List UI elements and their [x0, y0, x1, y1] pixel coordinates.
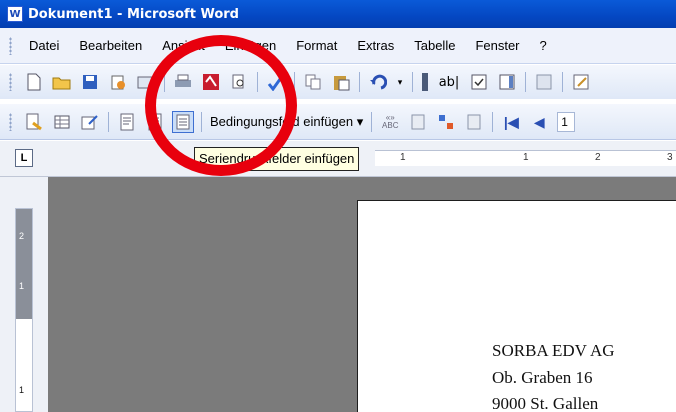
toolbar-separator — [257, 72, 258, 92]
toolbar-separator — [294, 72, 295, 92]
menu-tabelle[interactable]: Tabelle — [405, 38, 466, 53]
insert-merge-fields-button[interactable] — [172, 110, 194, 133]
toolbar-separator — [164, 72, 165, 92]
toolbar-separator — [108, 111, 109, 132]
menu-help[interactable]: ? — [531, 38, 558, 53]
text-field-icon[interactable]: ab| — [436, 71, 462, 93]
first-record-icon[interactable]: |◀ — [500, 111, 522, 133]
propagate-labels-icon[interactable] — [463, 111, 485, 133]
toolbar-separator — [525, 72, 526, 92]
permission-icon[interactable] — [107, 71, 129, 93]
email-icon[interactable] — [135, 71, 157, 93]
vertical-ruler-margin — [16, 209, 32, 319]
recipients-icon[interactable] — [79, 111, 101, 133]
spelling-icon[interactable] — [265, 71, 287, 93]
toolbar-separator — [562, 72, 563, 92]
open-folder-icon[interactable] — [51, 71, 73, 93]
undo-icon[interactable] — [367, 71, 389, 93]
menubar-grip[interactable] — [9, 36, 12, 55]
research-icon[interactable] — [200, 71, 222, 93]
tooltip: Seriendruckfelder einfügen — [194, 147, 360, 171]
copy-icon[interactable] — [302, 71, 324, 93]
checkbox-field-icon[interactable] — [468, 71, 490, 93]
toolbar-grip[interactable] — [9, 112, 12, 131]
ruler-label: 1 — [400, 152, 406, 163]
mailmerge-toolbar: Bedingungsfeld einfügen ▾ «» ABC |◀ ◀ 1 — [0, 104, 676, 140]
match-fields-icon[interactable] — [435, 111, 457, 133]
toolbar-grip[interactable] — [9, 73, 12, 91]
paste-icon[interactable] — [330, 71, 352, 93]
forms-grip-icon[interactable] — [420, 71, 430, 93]
menu-fenster[interactable]: Fenster — [466, 38, 530, 53]
view-merged-data-icon[interactable]: «» ABC — [379, 111, 401, 133]
field-properties-icon[interactable] — [533, 71, 555, 93]
address-line[interactable]: SORBA EDV AG — [492, 341, 615, 361]
toolbar-separator — [201, 111, 202, 132]
dropdown-field-icon[interactable] — [496, 71, 518, 93]
highlight-merge-fields-icon[interactable] — [407, 111, 429, 133]
standard-toolbar: ▾ ab| — [0, 65, 676, 99]
menu-extras[interactable]: Extras — [348, 38, 405, 53]
open-data-source-icon[interactable] — [51, 111, 73, 133]
menu-format[interactable]: Format — [287, 38, 348, 53]
record-number-input[interactable]: 1 — [557, 111, 576, 132]
horizontal-ruler[interactable]: 1 1 2 3 — [375, 150, 676, 166]
ruler-label: 2 — [19, 231, 25, 241]
toolbar-separator — [371, 111, 373, 132]
title-bar: W Dokument1 - Microsoft Word — [0, 0, 676, 28]
insert-greeting-line-icon[interactable] — [144, 111, 166, 133]
vertical-ruler[interactable]: 2 1 1 — [15, 208, 33, 412]
new-document-icon[interactable] — [23, 71, 45, 93]
main-document-setup-icon[interactable] — [23, 111, 45, 133]
address-line[interactable]: Ob. Graben 16 — [492, 368, 593, 388]
address-line[interactable]: 9000 St. Gallen — [492, 394, 598, 412]
ruler-label: 1 — [523, 152, 529, 163]
menu-einfuegen[interactable]: Einfügen — [216, 38, 287, 53]
toolbar-separator — [412, 72, 413, 92]
previous-record-icon[interactable]: ◀ — [528, 111, 550, 133]
insert-word-field-dropdown[interactable]: Bedingungsfeld einfügen ▾ — [210, 114, 363, 130]
undo-dropdown-icon[interactable]: ▾ — [395, 71, 405, 93]
word-app-icon[interactable]: W — [7, 6, 23, 22]
toolbar-separator — [492, 111, 494, 132]
window-title: Dokument1 - Microsoft Word — [28, 6, 239, 22]
ruler-label: 1 — [19, 385, 25, 395]
print-preview-icon[interactable] — [228, 71, 250, 93]
menu-ansicht[interactable]: Ansicht — [153, 38, 216, 53]
save-icon[interactable] — [79, 71, 101, 93]
menu-datei[interactable]: Datei — [20, 38, 70, 53]
toolbar-separator — [359, 72, 360, 92]
menu-bar: Datei Bearbeiten Ansicht Einfügen Format… — [0, 28, 676, 64]
ruler-label: 2 — [595, 152, 601, 163]
print-icon[interactable] — [172, 71, 194, 93]
tab-selector-button[interactable]: L — [15, 149, 33, 167]
menu-bearbeiten[interactable]: Bearbeiten — [70, 38, 153, 53]
edit-form-icon[interactable] — [570, 71, 592, 93]
ruler-label: 1 — [19, 281, 25, 291]
insert-address-block-icon[interactable] — [116, 111, 138, 133]
ruler-label: 3 — [667, 152, 673, 163]
